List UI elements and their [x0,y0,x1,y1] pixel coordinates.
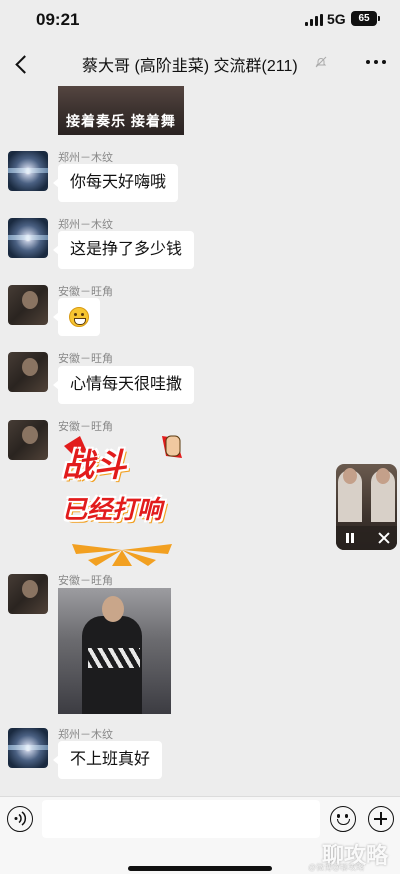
status-time: 09:21 [36,10,80,29]
watermark-sub: @微博@聊攻略 [308,863,365,872]
sender-name: 安徽－旺角 [58,575,113,587]
avatar[interactable] [8,728,48,768]
message-bubble[interactable]: 心情每天很哇撒 [52,366,195,404]
message-bubble[interactable]: 这是挣了多少钱 [52,231,195,269]
avatar[interactable] [8,574,48,614]
sticker-text-line2: 已经打响 [62,496,163,524]
sender-name: 安徽－旺角 [58,286,113,298]
home-indicator [128,866,272,871]
avatar[interactable] [8,420,48,460]
avatar[interactable] [8,285,48,325]
message-list[interactable]: 接着奏乐 接着舞 郑州－木纹 你每天好嗨哦 郑州－木纹 这是挣了多少钱 安徽－旺… [0,86,400,796]
pause-icon[interactable] [344,532,356,544]
sender-name: 郑州－木纹 [58,152,113,164]
chat-header: 蔡大哥 (高阶韭菜) 交流群(211) [0,40,400,86]
back-icon[interactable] [10,49,36,77]
more-options-icon[interactable] [364,52,388,72]
emoji-bubble[interactable] [53,298,100,336]
floating-video-window[interactable] [336,464,397,550]
mute-bell-icon [315,56,327,68]
floating-video-controls [336,526,397,550]
message-bubble[interactable]: 不上班真好 [52,741,163,779]
close-icon[interactable] [377,531,391,545]
grinning-face-icon [69,307,89,327]
message-bubble[interactable]: 你每天好嗨哦 [52,164,179,202]
video-thumbnail[interactable]: 接着奏乐 接着舞 [58,86,184,135]
sticker-text-line1: 战斗 [62,447,127,483]
voice-input-icon[interactable] [7,806,33,832]
emoji-icon[interactable] [330,806,356,832]
avatar[interactable] [8,352,48,392]
sender-name: 安徽－旺角 [58,353,113,365]
signal-icon [305,14,323,26]
chat-title: 蔡大哥 (高阶韭菜) 交流群(211) [82,58,298,75]
sender-name: 郑州－木纹 [58,219,113,231]
message-input[interactable] [42,800,320,838]
battery-icon: 65 [351,11,380,26]
sticker-image[interactable]: 战斗 已经打响 [58,432,186,566]
network-type: 5G [327,11,346,27]
image-message[interactable] [58,588,171,714]
thumbnail-caption: 接着奏乐 接着舞 [66,113,176,129]
avatar[interactable] [8,218,48,258]
status-bar: 09:21 5G 65 [0,0,400,40]
avatar[interactable] [8,151,48,191]
sender-name: 郑州－木纹 [58,729,113,741]
more-actions-plus-icon[interactable] [368,806,394,832]
